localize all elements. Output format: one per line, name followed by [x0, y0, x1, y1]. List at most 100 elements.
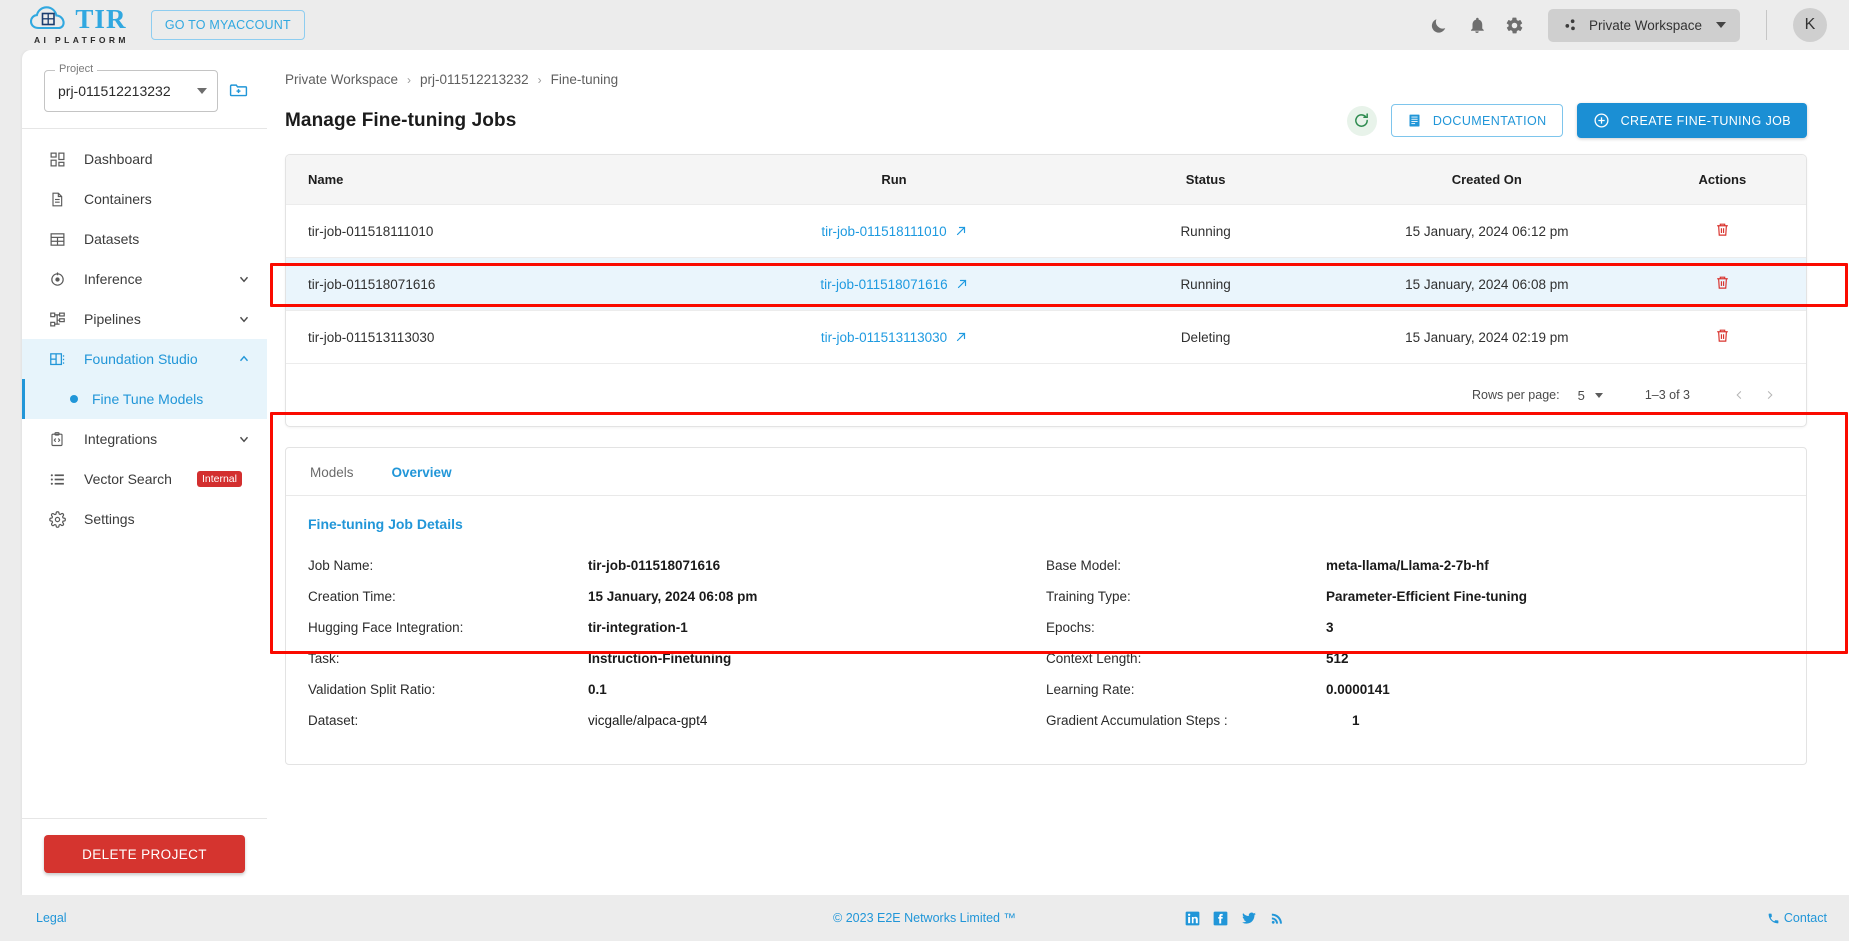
go-to-myaccount-button[interactable]: GO TO MYACCOUNT — [150, 10, 305, 40]
breadcrumb-separator: › — [407, 72, 412, 87]
documentation-button[interactable]: DOCUMENTATION — [1390, 104, 1563, 137]
detail-value-context-length: 512 — [1326, 651, 1349, 666]
facebook-icon[interactable] — [1213, 911, 1228, 926]
rows-per-page-select[interactable]: 5 — [1578, 388, 1603, 403]
sidebar-item-pipelines[interactable]: Pipelines — [22, 299, 267, 339]
delete-project-button[interactable]: DELETE PROJECT — [44, 835, 245, 873]
internal-badge: Internal — [196, 470, 242, 488]
sidebar-item-foundation-studio[interactable]: Foundation Studio — [22, 339, 267, 379]
sidebar-item-label: Pipelines — [84, 311, 141, 327]
cell-job-name: tir-job-011513113030 — [286, 310, 712, 364]
project-selector-wrap: Project prj-011512213232 — [22, 50, 267, 128]
linkedin-icon[interactable] — [1185, 911, 1200, 926]
sidebar-item-integrations[interactable]: Integrations — [22, 419, 267, 459]
sidebar-item-label: Dashboard — [84, 151, 153, 167]
detail-value-base-model: meta-llama/Llama-2-7b-hf — [1326, 558, 1489, 573]
sidebar-item-label: Datasets — [84, 231, 140, 247]
avatar[interactable]: K — [1793, 8, 1827, 42]
sidebar-nav: Dashboard Containers Datasets Inference … — [22, 129, 267, 818]
sidebar-item-containers[interactable]: Containers — [22, 179, 267, 219]
chevron-right-icon[interactable] — [1754, 380, 1784, 410]
chevron-up-icon — [237, 352, 251, 366]
detail-value-hugging-face-integration: tir-integration-1 — [588, 620, 688, 635]
detail-label: Dataset: — [308, 713, 359, 728]
documentation-label: DOCUMENTATION — [1432, 113, 1547, 128]
sidebar-item-label: Vector Search — [84, 471, 172, 487]
workspace-selector[interactable]: Private Workspace — [1547, 8, 1740, 42]
chevron-down-icon — [1716, 22, 1726, 28]
create-fine-tuning-job-button[interactable]: CREATE FINE-TUNING JOB — [1576, 103, 1807, 138]
legal-link[interactable]: Legal — [36, 911, 67, 925]
breadcrumb-item-workspace[interactable]: Private Workspace — [285, 72, 398, 87]
column-header-actions: Actions — [1638, 155, 1806, 205]
detail-label: Hugging Face Integration: — [308, 620, 464, 635]
folder-add-icon[interactable] — [228, 80, 249, 99]
main-content: Private Workspace › prj-011512213232 › F… — [267, 50, 1849, 895]
rss-icon[interactable] — [1270, 911, 1284, 926]
detail-label: Base Model: — [1046, 558, 1122, 573]
contact-link[interactable]: Contact — [1767, 911, 1827, 925]
detail-label: Context Length: — [1046, 651, 1142, 666]
gear-icon — [46, 510, 68, 528]
cell-run: tir-job-011518111010 — [711, 204, 1077, 258]
book-icon — [1407, 113, 1422, 128]
chevron-left-icon[interactable] — [1724, 380, 1754, 410]
details-left-column: Job Name: tir-job-011518071616 Creation … — [308, 550, 1046, 736]
project-field: Project prj-011512213232 — [44, 63, 218, 112]
delete-job-button[interactable] — [1715, 274, 1730, 291]
tab-overview[interactable]: Overview — [390, 448, 454, 495]
table-row[interactable]: tir-job-011518071616 tir-job-01151807161… — [286, 257, 1806, 311]
delete-job-button[interactable] — [1715, 327, 1730, 344]
cell-actions — [1638, 310, 1806, 364]
project-select[interactable]: prj-011512213232 — [44, 70, 218, 112]
external-link-arrow-icon — [955, 331, 967, 343]
bullet-dot-icon — [70, 395, 78, 403]
refresh-icon — [1353, 112, 1370, 129]
breadcrumb-item-current[interactable]: Fine-tuning — [551, 72, 619, 87]
cell-created-on: 15 January, 2024 06:12 pm — [1334, 204, 1639, 258]
pagination: Rows per page: 5 1–3 of 3 — [286, 364, 1806, 426]
project-label: Project — [55, 63, 98, 75]
sidebar-item-dashboard[interactable]: Dashboard — [22, 139, 267, 179]
table-row[interactable]: tir-job-011518111010 tir-job-01151811101… — [286, 204, 1806, 258]
table-row[interactable]: tir-job-011513113030 tir-job-01151311303… — [286, 310, 1806, 364]
sidebar-item-settings[interactable]: Settings — [22, 499, 267, 539]
pagination-range: 1–3 of 3 — [1644, 388, 1690, 402]
run-link[interactable]: tir-job-011518111010 — [821, 224, 966, 239]
phone-icon — [1767, 912, 1780, 925]
bell-icon[interactable] — [1466, 14, 1488, 36]
cell-actions — [1638, 204, 1806, 258]
trash-icon — [1715, 274, 1730, 291]
gear-icon[interactable] — [1504, 14, 1526, 36]
refresh-button[interactable] — [1346, 105, 1377, 136]
external-link-arrow-icon — [955, 225, 967, 237]
top-bar: TIR AI PLATFORM GO TO MYACCOUNT Private … — [0, 0, 1849, 50]
run-link[interactable]: tir-job-011518071616 — [820, 277, 967, 292]
moon-icon[interactable] — [1428, 14, 1450, 36]
sidebar-item-datasets[interactable]: Datasets — [22, 219, 267, 259]
sidebar-item-label: Integrations — [84, 431, 158, 447]
jobs-table-card: Name Run Status Created On Actions tir-j… — [285, 154, 1807, 427]
details-grid: Job Name: tir-job-011518071616 Creation … — [308, 550, 1784, 736]
column-header-name: Name — [286, 155, 712, 205]
page-title: Manage Fine-tuning Jobs — [285, 109, 517, 131]
chevron-down-icon — [237, 312, 251, 326]
copyright-text: © 2023 E2E Networks Limited ™ — [833, 911, 1016, 925]
table-header-row: Name Run Status Created On Actions — [286, 155, 1806, 205]
delete-job-button[interactable] — [1715, 221, 1730, 238]
detail-value-task: Instruction-Finetuning — [588, 651, 732, 666]
chevron-down-icon — [1594, 392, 1603, 398]
sidebar-item-inference[interactable]: Inference — [22, 259, 267, 299]
sidebar-item-label: Settings — [84, 511, 135, 527]
breadcrumb-item-project[interactable]: prj-011512213232 — [420, 72, 529, 87]
chevron-down-icon — [237, 272, 251, 286]
rows-per-page-label: Rows per page: — [1472, 388, 1560, 402]
target-icon — [46, 271, 68, 288]
twitter-icon[interactable] — [1241, 911, 1257, 926]
run-link[interactable]: tir-job-011513113030 — [821, 330, 967, 345]
trash-icon — [1715, 221, 1730, 238]
column-header-created-on: Created On — [1334, 155, 1639, 205]
sidebar-item-fine-tune-models[interactable]: Fine Tune Models — [22, 379, 267, 419]
sidebar-item-vector-search[interactable]: Vector Search Internal — [22, 459, 267, 499]
tab-models[interactable]: Models — [308, 448, 356, 495]
